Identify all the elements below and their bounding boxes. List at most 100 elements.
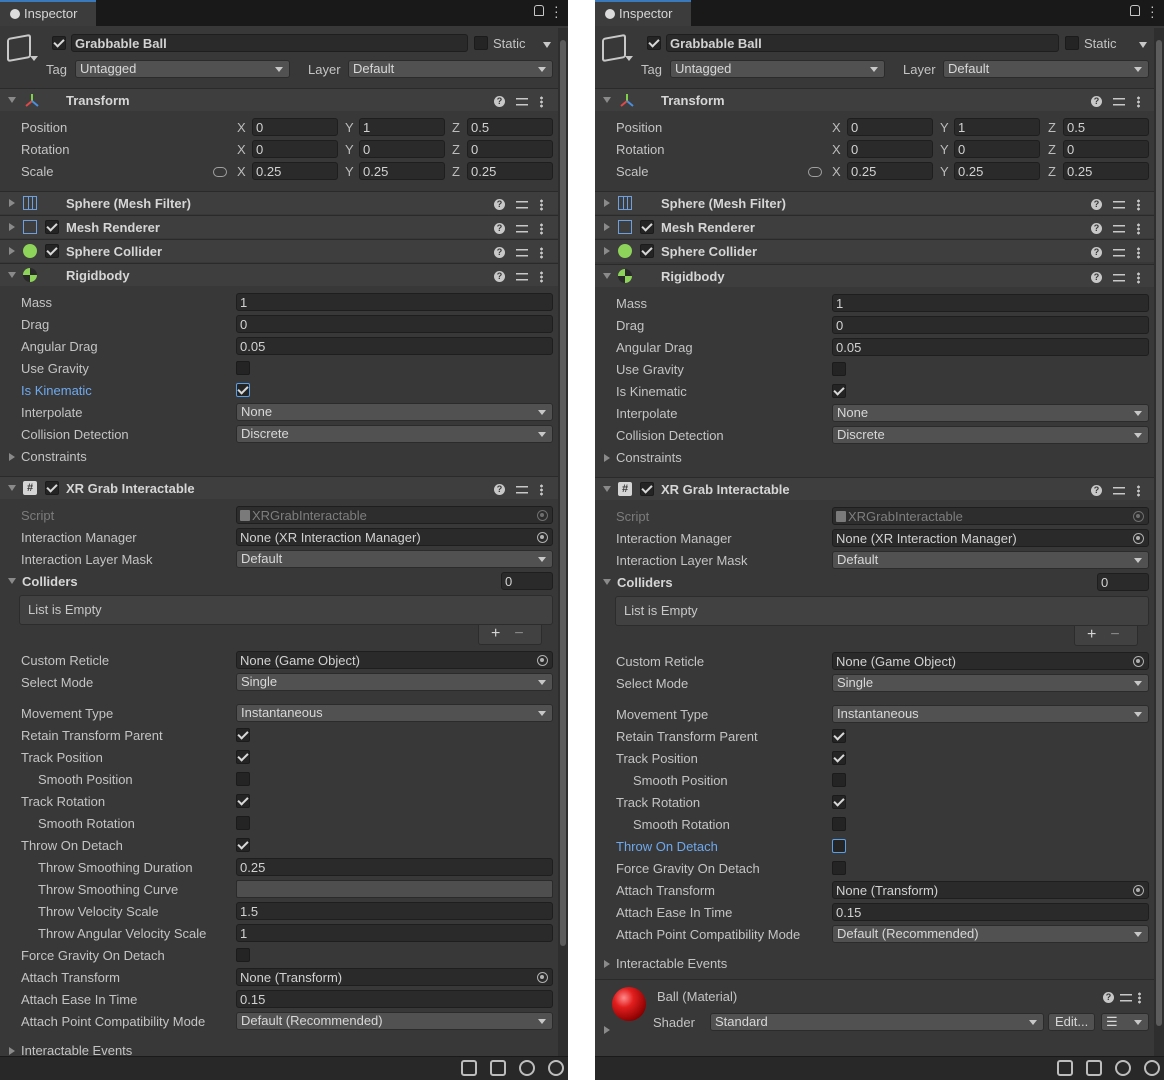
- xr-grab-header[interactable]: # XR Grab Interactable ?: [0, 476, 558, 499]
- scrollbar-thumb[interactable]: [560, 40, 566, 946]
- tag-dropdown[interactable]: Untagged: [75, 60, 290, 78]
- colliders-foldout-icon[interactable]: [603, 579, 611, 585]
- component-header-icons[interactable]: ?: [494, 268, 543, 283]
- smooth-rotation-checkbox[interactable]: [236, 816, 250, 830]
- movement-type-dropdown[interactable]: Instantaneous: [832, 705, 1149, 723]
- component-menu-icon[interactable]: [540, 246, 543, 259]
- help-icon[interactable]: ?: [494, 271, 505, 283]
- foldout-icon[interactable]: [8, 272, 16, 278]
- mesh-renderer-enabled-checkbox[interactable]: [45, 220, 59, 234]
- attach-transform-field[interactable]: None (Transform): [236, 968, 553, 986]
- constraints-label[interactable]: Constraints: [616, 450, 682, 466]
- interpolate-dropdown[interactable]: None: [832, 404, 1149, 422]
- foldout-icon[interactable]: [604, 247, 610, 255]
- static-dropdown-caret-icon[interactable]: [1139, 42, 1147, 48]
- constraints-foldout-icon[interactable]: [9, 453, 15, 461]
- scale-z-input[interactable]: 0.25: [467, 162, 553, 180]
- scrollbar[interactable]: [1154, 28, 1164, 1056]
- position-y-input[interactable]: 1: [954, 118, 1040, 136]
- presets-icon[interactable]: [516, 199, 528, 211]
- track-rotation-checkbox[interactable]: [236, 794, 250, 808]
- component-header-icons[interactable]: ?: [494, 481, 543, 496]
- icon-picker-caret-icon[interactable]: [625, 56, 633, 61]
- checkmark-status-icon[interactable]: [548, 1060, 564, 1076]
- component-menu-icon[interactable]: [1137, 246, 1140, 259]
- custom-reticle-field[interactable]: None (Game Object): [832, 652, 1149, 670]
- collision-detection-dropdown[interactable]: Discrete: [832, 426, 1149, 444]
- custom-reticle-field[interactable]: None (Game Object): [236, 651, 553, 669]
- track-rotation-checkbox[interactable]: [832, 795, 846, 809]
- throw-smoothing-curve-field[interactable]: [236, 880, 553, 898]
- force-gravity-checkbox[interactable]: [236, 948, 250, 962]
- object-picker-icon[interactable]: [1133, 656, 1144, 667]
- layer-dropdown[interactable]: Default: [348, 60, 553, 78]
- foldout-icon[interactable]: [604, 199, 610, 207]
- component-menu-icon[interactable]: [540, 483, 543, 496]
- angular-drag-input[interactable]: 0.05: [832, 338, 1149, 356]
- attach-compat-dropdown[interactable]: Default (Recommended): [832, 925, 1149, 943]
- foldout-icon[interactable]: [9, 223, 15, 231]
- scale-x-input[interactable]: 0.25: [252, 162, 338, 180]
- scale-x-input[interactable]: 0.25: [847, 162, 933, 180]
- help-icon[interactable]: ?: [494, 199, 505, 211]
- component-header-icons[interactable]: ?: [1091, 196, 1140, 211]
- colliders-label[interactable]: Colliders: [22, 574, 78, 590]
- component-menu-icon[interactable]: [1138, 991, 1141, 1004]
- shader-dropdown[interactable]: Standard: [710, 1013, 1044, 1031]
- layers-icon[interactable]: [490, 1060, 506, 1076]
- help-icon[interactable]: ?: [1103, 992, 1114, 1004]
- presets-icon[interactable]: [1113, 96, 1125, 108]
- sphere-collider-header[interactable]: Sphere Collider ?: [0, 239, 558, 262]
- track-position-checkbox[interactable]: [832, 751, 846, 765]
- component-header-icons[interactable]: ?: [1091, 93, 1140, 108]
- checkmark-status-icon[interactable]: [1144, 1060, 1160, 1076]
- debug-icon[interactable]: [461, 1060, 477, 1076]
- attach-ease-input[interactable]: 0.15: [832, 903, 1149, 921]
- presets-icon[interactable]: [1113, 272, 1125, 284]
- sphere-collider-header[interactable]: Sphere Collider ?: [595, 239, 1164, 262]
- component-header-icons[interactable]: ?: [494, 93, 543, 108]
- position-x-input[interactable]: 0: [847, 118, 933, 136]
- angular-drag-input[interactable]: 0.05: [236, 337, 553, 355]
- help-icon[interactable]: ?: [1091, 96, 1102, 108]
- object-picker-icon[interactable]: [537, 532, 548, 543]
- tab-inspector[interactable]: Inspector: [0, 0, 96, 26]
- is-kinematic-checkbox[interactable]: [832, 384, 846, 398]
- position-z-input[interactable]: 0.5: [467, 118, 553, 136]
- foldout-icon[interactable]: [9, 247, 15, 255]
- add-list-item-button[interactable]: +: [491, 625, 500, 642]
- component-menu-icon[interactable]: [540, 222, 543, 235]
- attach-ease-input[interactable]: 0.15: [236, 990, 553, 1008]
- remove-list-item-button[interactable]: −: [1110, 626, 1119, 643]
- more-options-icon[interactable]: · · ·: [554, 0, 559, 23]
- use-gravity-checkbox[interactable]: [236, 361, 250, 375]
- presets-icon[interactable]: [1120, 992, 1132, 1004]
- material-foldout-icon[interactable]: [604, 1026, 610, 1034]
- component-menu-icon[interactable]: [540, 270, 543, 283]
- sphere-collider-enabled-checkbox[interactable]: [640, 244, 654, 258]
- scale-y-input[interactable]: 0.25: [359, 162, 445, 180]
- object-picker-icon[interactable]: [1133, 533, 1144, 544]
- movement-type-dropdown[interactable]: Instantaneous: [236, 704, 553, 722]
- static-checkbox[interactable]: [474, 36, 488, 50]
- presets-icon[interactable]: [516, 247, 528, 259]
- component-menu-icon[interactable]: [1137, 95, 1140, 108]
- drag-input[interactable]: 0: [832, 316, 1149, 334]
- presets-icon[interactable]: [516, 271, 528, 283]
- colliders-count-input[interactable]: 0: [501, 572, 553, 590]
- shader-options-dropdown[interactable]: ☰: [1101, 1013, 1149, 1031]
- track-position-checkbox[interactable]: [236, 750, 250, 764]
- presets-icon[interactable]: [516, 484, 528, 496]
- rigidbody-header[interactable]: Rigidbody ?: [0, 263, 558, 286]
- throw-on-detach-checkbox[interactable]: [832, 839, 846, 853]
- static-checkbox[interactable]: [1065, 36, 1079, 50]
- interactable-events-label[interactable]: Interactable Events: [616, 956, 727, 972]
- rotation-x-input[interactable]: 0: [252, 140, 338, 158]
- gameobject-active-checkbox[interactable]: [52, 36, 66, 50]
- interactable-events-label[interactable]: Interactable Events: [21, 1043, 132, 1056]
- foldout-icon[interactable]: [8, 97, 16, 103]
- sphere-collider-enabled-checkbox[interactable]: [45, 244, 59, 258]
- icon-picker-caret-icon[interactable]: [30, 56, 38, 61]
- presets-icon[interactable]: [1113, 485, 1125, 497]
- throw-angular-velocity-scale-input[interactable]: 1: [236, 924, 553, 942]
